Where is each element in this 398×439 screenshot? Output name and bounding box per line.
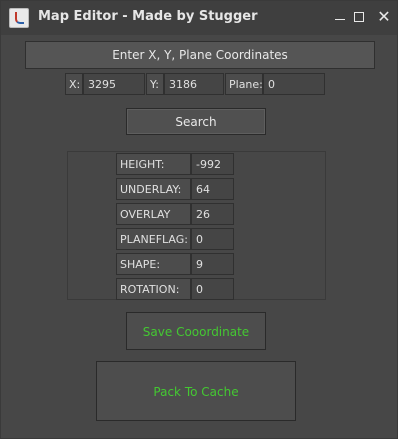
planeflag-label: PLANEFLAG:	[116, 228, 191, 250]
underlay-label: UNDERLAY:	[116, 178, 191, 200]
shape-label: SHAPE:	[116, 253, 191, 275]
x-label: X:	[65, 73, 83, 95]
overlay-input[interactable]: 26	[191, 203, 234, 225]
maximize-icon[interactable]	[349, 7, 369, 27]
planeflag-input[interactable]: 0	[191, 228, 234, 250]
window-title: Map Editor - Made by Stugger	[38, 9, 258, 24]
plane-input[interactable]: 0	[263, 73, 325, 95]
y-label: Y:	[146, 73, 164, 95]
plane-label: Plane:	[225, 73, 263, 95]
height-input[interactable]: -992	[191, 153, 234, 175]
java-app-icon	[9, 8, 29, 28]
x-coordinate-input[interactable]: 3295	[83, 73, 145, 95]
underlay-input[interactable]: 64	[191, 178, 234, 200]
rotation-input[interactable]: 0	[191, 278, 234, 300]
pack-to-cache-button[interactable]: Pack To Cache	[96, 361, 296, 421]
save-coordinate-button[interactable]: Save Cooordinate	[126, 312, 266, 350]
overlay-label: OVERLAY	[116, 203, 191, 225]
title-bar[interactable]: Map Editor - Made by Stugger ✕	[1, 1, 397, 35]
search-button[interactable]: Search	[126, 108, 266, 135]
height-label: HEIGHT:	[116, 153, 191, 175]
rotation-label: ROTATION:	[116, 278, 191, 300]
coordinates-header: Enter X, Y, Plane Coordinates	[25, 41, 375, 69]
minimize-icon[interactable]	[330, 7, 350, 27]
map-editor-window: Map Editor - Made by Stugger ✕ Enter X, …	[0, 0, 398, 439]
close-icon[interactable]: ✕	[374, 7, 394, 27]
shape-input[interactable]: 9	[191, 253, 234, 275]
y-coordinate-input[interactable]: 3186	[164, 73, 224, 95]
